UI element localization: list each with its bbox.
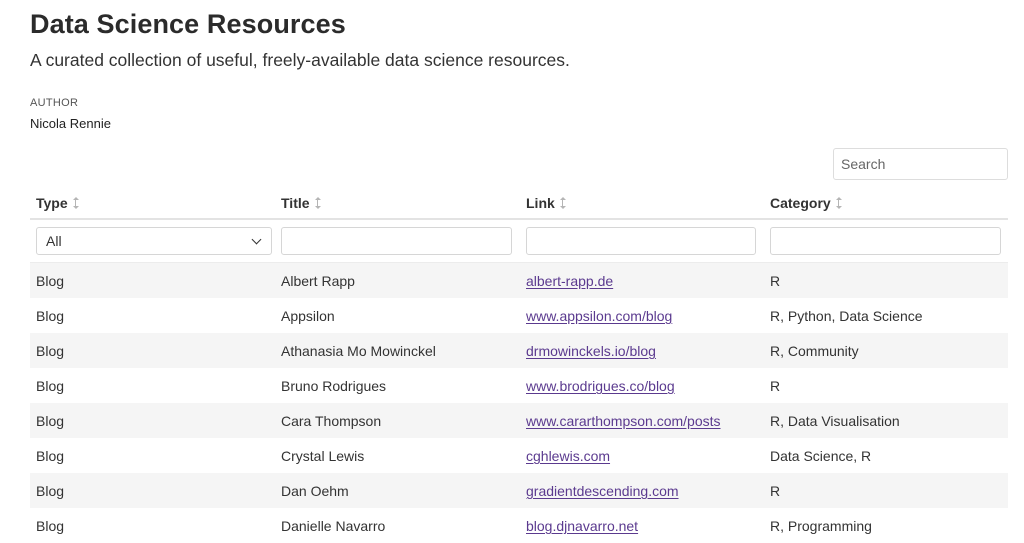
search-input[interactable] xyxy=(833,148,1008,180)
cell-type: Blog xyxy=(36,308,65,324)
column-header-label: Category xyxy=(770,195,831,211)
table-row: Blog Crystal Lewis cghlewis.com Data Sci… xyxy=(30,438,1008,473)
cell-category: R, Python, Data Science xyxy=(770,308,923,324)
page-subtitle: A curated collection of useful, freely-a… xyxy=(30,50,570,70)
column-header-label: Link xyxy=(526,195,555,211)
table-row: Blog Dan Oehm gradientdescending.com R xyxy=(30,473,1008,508)
cell-title: Cara Thompson xyxy=(281,413,382,429)
table-row: Blog Athanasia Mo Mowinckel drmowinckels… xyxy=(30,333,1008,368)
cell-title: Athanasia Mo Mowinckel xyxy=(281,343,436,359)
resource-link[interactable]: gradientdescending.com xyxy=(526,483,679,499)
sort-updown-icon xyxy=(72,196,80,210)
cell-type: Blog xyxy=(36,273,65,289)
sort-updown-icon xyxy=(314,196,322,210)
type-filter-value: All xyxy=(46,233,62,249)
cell-category: R, Community xyxy=(770,343,859,359)
cell-title: Crystal Lewis xyxy=(281,448,365,464)
column-header-title[interactable]: Title xyxy=(281,195,322,211)
resource-link[interactable]: drmowinckels.io/blog xyxy=(526,343,656,359)
cell-category: R, Programming xyxy=(770,518,872,534)
link-filter-input[interactable] xyxy=(526,227,756,255)
category-filter-input[interactable] xyxy=(770,227,1001,255)
resource-link[interactable]: blog.djnavarro.net xyxy=(526,518,638,534)
resource-link[interactable]: www.cararthompson.com/posts xyxy=(526,413,721,429)
cell-title: Danielle Navarro xyxy=(281,518,386,534)
resource-link[interactable]: cghlewis.com xyxy=(526,448,610,464)
table-header: Type Title Link Category xyxy=(30,185,1008,220)
cell-type: Blog xyxy=(36,518,65,534)
cell-category: R xyxy=(770,273,781,289)
resource-link[interactable]: www.appsilon.com/blog xyxy=(526,308,672,324)
sort-updown-icon xyxy=(835,196,843,210)
column-header-label: Type xyxy=(36,195,68,211)
column-header-label: Title xyxy=(281,195,310,211)
table-row: Blog Albert Rapp albert-rapp.de R xyxy=(30,263,1008,298)
cell-type: Blog xyxy=(36,378,65,394)
sort-updown-icon xyxy=(559,196,567,210)
table-body: Blog Albert Rapp albert-rapp.de R Blog A… xyxy=(30,263,1008,543)
resource-link[interactable]: albert-rapp.de xyxy=(526,273,613,289)
cell-category: R xyxy=(770,483,781,499)
table-row: Blog Cara Thompson www.cararthompson.com… xyxy=(30,403,1008,438)
column-header-category[interactable]: Category xyxy=(770,195,843,211)
author-label: AUTHOR xyxy=(30,97,79,109)
cell-category: R xyxy=(770,378,781,394)
cell-type: Blog xyxy=(36,343,65,359)
cell-type: Blog xyxy=(36,413,65,429)
cell-title: Albert Rapp xyxy=(281,273,355,289)
cell-type: Blog xyxy=(36,448,65,464)
cell-title: Appsilon xyxy=(281,308,335,324)
cell-type: Blog xyxy=(36,483,65,499)
cell-category: Data Science, R xyxy=(770,448,872,464)
author-name: Nicola Rennie xyxy=(30,116,111,131)
filter-row: All xyxy=(30,220,1008,263)
cell-category: R, Data Visualisation xyxy=(770,413,900,429)
title-filter-input[interactable] xyxy=(281,227,512,255)
resources-table: Type Title Link Category All Blog Albert… xyxy=(30,185,1008,543)
page-title: Data Science Resources xyxy=(30,9,346,39)
chevron-down-icon xyxy=(251,234,262,244)
table-row: Blog Appsilon www.appsilon.com/blog R, P… xyxy=(30,298,1008,333)
cell-title: Dan Oehm xyxy=(281,483,349,499)
type-filter-select[interactable]: All xyxy=(36,227,272,255)
table-row: Blog Bruno Rodrigues www.brodrigues.co/b… xyxy=(30,368,1008,403)
column-header-link[interactable]: Link xyxy=(526,195,567,211)
cell-title: Bruno Rodrigues xyxy=(281,378,387,394)
column-header-type[interactable]: Type xyxy=(36,195,80,211)
table-row: Blog Danielle Navarro blog.djnavarro.net… xyxy=(30,508,1008,543)
resource-link[interactable]: www.brodrigues.co/blog xyxy=(526,378,675,394)
